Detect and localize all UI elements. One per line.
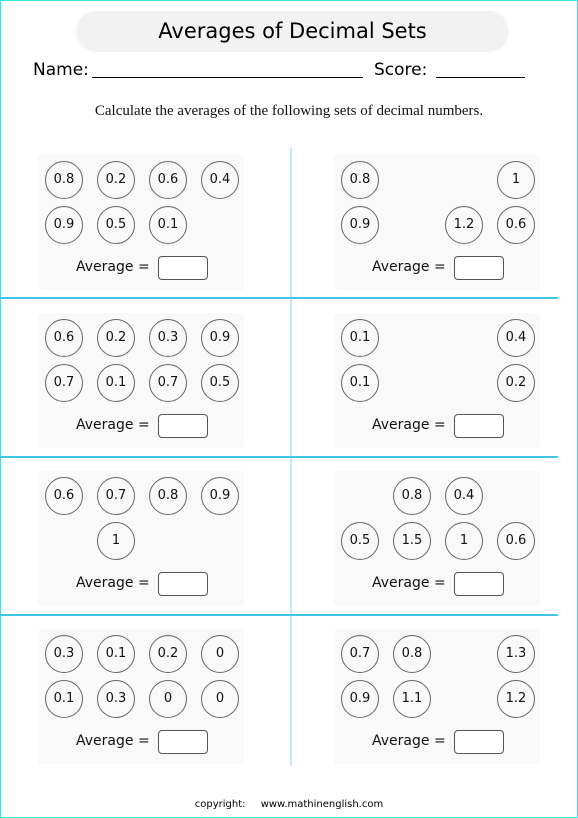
number-circle: 0.6: [497, 206, 535, 244]
number-circle: 0.9: [201, 319, 239, 357]
average-answer-box[interactable]: [454, 730, 504, 754]
number-circle: 0.6: [45, 477, 83, 515]
number-circle: 0.3: [149, 319, 187, 357]
score-field[interactable]: [436, 77, 525, 78]
number-circle: 0.8: [45, 161, 83, 199]
average-answer-box[interactable]: [158, 414, 208, 438]
number-circle: 1: [445, 522, 483, 560]
copyright-label: copyright:: [194, 799, 246, 810]
number-circle: 0.9: [341, 680, 379, 718]
number-circle: 0.2: [497, 364, 535, 402]
number-circle: 0.7: [45, 364, 83, 402]
number-circle: 0.4: [201, 161, 239, 199]
worksheet-title: Averages of Decimal Sets: [76, 11, 509, 52]
instructions: Calculate the averages of the following …: [94, 103, 484, 119]
number-circle: 0.4: [445, 477, 483, 515]
problem-panel-4: 0.1 0.4 0.1 0.2 Average =: [334, 313, 540, 448]
website-link: www.mathinenglish.com: [260, 799, 384, 810]
number-circle: 1: [97, 522, 135, 560]
number-circle: 0.1: [149, 206, 187, 244]
problem-panel-6: 0.8 0.4 0.5 1.5 1 0.6 Average =: [334, 471, 540, 606]
number-circle: 0.8: [149, 477, 187, 515]
number-circle: 0.1: [45, 680, 83, 718]
problem-panel-2: 0.8 1 0.9 1.2 0.6 Average =: [334, 155, 540, 290]
number-circle: 0.6: [45, 319, 83, 357]
average-answer-box[interactable]: [454, 572, 504, 596]
score-label-wrap: Score:: [374, 60, 427, 80]
average-label: Average =: [372, 733, 446, 749]
average-label: Average =: [76, 417, 150, 433]
number-circle: 1.3: [497, 635, 535, 673]
average-answer-box[interactable]: [158, 572, 208, 596]
average-answer-box[interactable]: [454, 414, 504, 438]
problem-panel-7: 0.3 0.1 0.2 0 0.1 0.3 0 0 Average =: [38, 629, 244, 764]
number-circle: 1: [497, 161, 535, 199]
number-circle: 0.2: [97, 319, 135, 357]
number-circle: 0.5: [97, 206, 135, 244]
number-circle: 0.9: [341, 206, 379, 244]
number-circle: 0.7: [149, 364, 187, 402]
number-circle: 0.7: [97, 477, 135, 515]
row-divider: [0, 297, 558, 299]
number-circle: 1.5: [393, 522, 431, 560]
number-circle: 0.9: [45, 206, 83, 244]
number-circle: 0: [149, 680, 187, 718]
number-circle: 0.2: [97, 161, 135, 199]
average-answer-box[interactable]: [454, 256, 504, 280]
number-circle: 0.4: [497, 319, 535, 357]
row-divider: [0, 456, 558, 458]
footer: copyright: www.mathinenglish.com: [0, 799, 578, 810]
number-circle: 0.8: [393, 635, 431, 673]
number-circle: 0.5: [341, 522, 379, 560]
average-label: Average =: [372, 417, 446, 433]
number-circle: 0.2: [149, 635, 187, 673]
average-label: Average =: [372, 575, 446, 591]
row-divider: [0, 614, 558, 616]
average-label: Average =: [76, 575, 150, 591]
number-circle: 0.8: [393, 477, 431, 515]
problem-panel-1: 0.8 0.2 0.6 0.4 0.9 0.5 0.1 Average =: [38, 155, 244, 290]
average-label: Average =: [76, 733, 150, 749]
number-circle: 0.1: [97, 635, 135, 673]
number-circle: 0.8: [341, 161, 379, 199]
average-label: Average =: [76, 259, 150, 275]
number-circle: 0.1: [341, 364, 379, 402]
name-score-row: Name:: [33, 60, 89, 80]
number-circle: 0.5: [201, 364, 239, 402]
number-circle: 0.6: [149, 161, 187, 199]
problem-panel-3: 0.6 0.2 0.3 0.9 0.7 0.1 0.7 0.5 Average =: [38, 313, 244, 448]
number-circle: 0.6: [497, 522, 535, 560]
number-circle: 0.9: [201, 477, 239, 515]
number-circle: 0.1: [97, 364, 135, 402]
number-circle: 1.2: [445, 206, 483, 244]
score-label: Score:: [374, 60, 428, 80]
name-field[interactable]: [92, 77, 363, 78]
problem-panel-5: 0.6 0.7 0.8 0.9 1 Average =: [38, 471, 244, 606]
average-answer-box[interactable]: [158, 730, 208, 754]
number-circle: 0: [201, 635, 239, 673]
number-circle: 0.1: [341, 319, 379, 357]
number-circle: 0.7: [341, 635, 379, 673]
number-circle: 0.3: [45, 635, 83, 673]
number-circle: 1.2: [497, 680, 535, 718]
problem-panel-8: 0.7 0.8 1.3 0.9 1.1 1.2 Average =: [334, 629, 540, 764]
number-circle: 1.1: [393, 680, 431, 718]
name-label: Name:: [33, 60, 89, 80]
average-answer-box[interactable]: [158, 256, 208, 280]
number-circle: 0: [201, 680, 239, 718]
number-circle: 0.3: [97, 680, 135, 718]
average-label: Average =: [372, 259, 446, 275]
